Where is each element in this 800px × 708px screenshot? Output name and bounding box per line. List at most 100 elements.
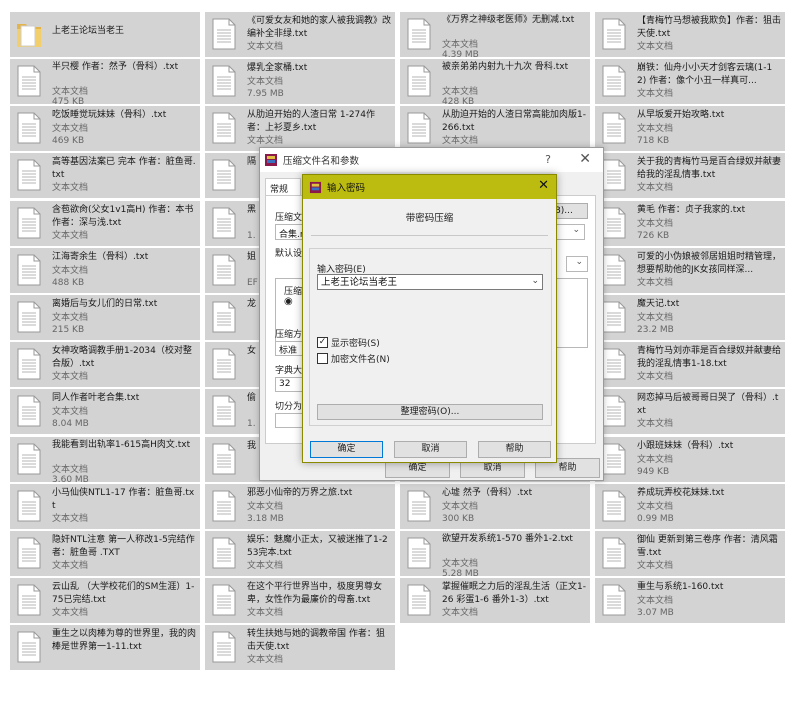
archive-dialog-titlebar: 压缩文件名和参数 ? ✕ (260, 148, 603, 172)
close-icon[interactable]: ✕ (579, 151, 591, 167)
show-password-checkbox[interactable]: ✓ 显示密码(S) (317, 336, 380, 349)
file-type: 文本文档 (637, 124, 674, 134)
text-file-icon (406, 65, 432, 97)
file-tile[interactable]: 重生与系统1-160.txt 文本文档 3.07 MB (595, 578, 785, 623)
file-tile[interactable]: 可爱的小伪娘被邻居姐姐时精管理，想要帮助他的JK女孩同样深... 文本文档 (595, 248, 785, 293)
method-select[interactable]: 标准 (275, 341, 305, 356)
file-tile[interactable]: 隐奸NTL注意 第一人称改1-5完结作者：脏鱼哥 .TXT 文本文档 (10, 531, 200, 576)
file-tile[interactable]: 掌握催眠之力后的淫乱生活（正文1-26 彩蛋1-6 番外1-3）.txt 文本文档 (400, 578, 590, 623)
file-name: 云山乱 （大学校花们的SM生涯）1-75已完结.txt (52, 582, 195, 605)
file-tile[interactable]: 离婚后与女儿们的日常.txt 文本文档 215 KB (10, 295, 200, 340)
profile-select[interactable]: ⌄ (566, 256, 588, 272)
file-tile[interactable]: 网恋掉马后被哥哥日哭了（骨科）.txt 文本文档 (595, 389, 785, 434)
file-tile[interactable]: 半只樱 作者：然予（骨科）.txt 文本文档 475 KB (10, 59, 200, 104)
text-file-icon (601, 18, 627, 50)
file-tile[interactable]: 同人作者叶老合集.txt 文本文档 8.04 MB (10, 389, 200, 434)
text-file-icon (211, 584, 237, 616)
format-radio[interactable]: ◉ (284, 296, 293, 307)
file-tile[interactable]: 崩铁：仙舟小小天才剑客云璃(1-12) 作者：像个小丑一样真可... 文本文档 (595, 59, 785, 104)
file-size: 5.28 MB (442, 569, 479, 576)
file-name: 崩铁：仙舟小小天才剑客云璃(1-12) 作者：像个小丑一样真可... (637, 63, 773, 86)
file-type: 文本文档 (52, 608, 89, 618)
organize-passwords-button[interactable]: 整理密码(O)... (317, 404, 543, 420)
chevron-down-icon: ⌄ (572, 225, 580, 235)
tab-general[interactable]: 常规 (265, 178, 301, 196)
file-size: 215 KB (52, 325, 85, 335)
chevron-down-icon[interactable]: ⌄ (531, 275, 539, 288)
file-type: 文本文档 (442, 136, 479, 146)
folder-icon (16, 18, 42, 50)
file-tile[interactable]: 转生扶她与她的调教帝国 作者：狙击天使.txt 文本文档 (205, 625, 395, 670)
file-tile[interactable]: 青梅竹马刘亦菲是百合绿奴并献妻给我的淫乱情事1-18.txt 文本文档 (595, 342, 785, 387)
cancel-button[interactable]: 取消 (394, 441, 467, 458)
file-tile[interactable]: 江海寄余生（骨科）.txt 文本文档 488 KB (10, 248, 200, 293)
file-tile[interactable]: 从早坂爱开始攻略.txt 文本文档 718 KB (595, 106, 785, 151)
file-tile[interactable]: 重生之以肉棒为尊的世界里，我的肉棒是世界第一1-11.txt (10, 625, 200, 670)
dictionary-select[interactable]: 32 (275, 377, 305, 392)
file-tile[interactable]: 吃饭睡觉玩妹妹（骨科）.txt 文本文档 469 KB (10, 106, 200, 151)
text-file-icon (211, 631, 237, 663)
split-input[interactable] (275, 413, 305, 428)
text-file-icon (406, 18, 432, 50)
file-tile[interactable]: 《万界之神级老医师》无删减.txt 文本文档 4.39 MB (400, 12, 590, 57)
winrar-icon (309, 181, 322, 193)
file-name: 魔天记.txt (637, 299, 680, 309)
text-file-icon (16, 490, 42, 522)
text-file-icon (16, 207, 42, 239)
file-name: 网恋掉马后被哥哥日哭了（骨科）.txt (637, 393, 779, 416)
file-tile[interactable]: 《可爱女友和她的家人被我调教》改编补全非绿.txt 文本文档 (205, 12, 395, 57)
text-file-icon (211, 490, 237, 522)
file-tile[interactable]: 欲望开发系统1-570 番外1-2.txt 文本文档 5.28 MB (400, 531, 590, 576)
file-tile[interactable]: 小跟班妹妹（骨科）.txt 文本文档 949 KB (595, 437, 785, 482)
help-icon[interactable]: ? (545, 153, 551, 166)
file-tile[interactable]: 高等基因法案已 完本 作者：脏鱼哥.txt 文本文档 (10, 153, 200, 198)
file-name: 隐奸NTL注意 第一人称改1-5完结作者：脏鱼哥 .TXT (52, 535, 195, 558)
file-tile[interactable]: 心墟 然予（骨科）.txt 文本文档 300 KB (400, 484, 590, 529)
file-tile[interactable]: 我能看到出轨率1-615高H肉文.txt 文本文档 3.60 MB (10, 437, 200, 482)
file-type: 文本文档 (247, 561, 284, 571)
password-input[interactable]: 上老王论坛当老王 ⌄ (317, 274, 543, 290)
file-type: 文本文档 (247, 655, 284, 665)
text-file-icon (601, 159, 627, 191)
file-tile[interactable]: 上老王论坛当老王 (10, 12, 200, 57)
file-tile[interactable]: 【青梅竹马想被我欺负】作者：狙击天使.txt 文本文档 (595, 12, 785, 57)
help-button[interactable]: 帮助 (478, 441, 551, 458)
file-tile[interactable]: 在这个平行世界当中，极度男尊女卑，女性作为最廉价的母畜.txt 文本文档 (205, 578, 395, 623)
encrypt-names-checkbox[interactable]: 加密文件名(N) (317, 352, 390, 365)
file-tile[interactable]: 被亲弟弟内射九十九次 骨科.txt 文本文档 428 KB (400, 59, 590, 104)
file-size: 1. (247, 231, 256, 241)
file-name: 御仙 更新到第三卷序 作者：清风霜雪.txt (637, 535, 778, 558)
file-tile[interactable]: 从肋迫开始的人渣日常 1-274作者：上衫夏乡.txt 文本文档 (205, 106, 395, 151)
text-file-icon (16, 631, 42, 663)
file-tile[interactable]: 云山乱 （大学校花们的SM生涯）1-75已完结.txt 文本文档 (10, 578, 200, 623)
file-tile[interactable]: 娱乐：魅魔小正太，又被迷推了1-253完本.txt 文本文档 (205, 531, 395, 576)
file-type: 文本文档 (637, 372, 674, 382)
file-tile[interactable]: 御仙 更新到第三卷序 作者：清风霜雪.txt 文本文档 (595, 531, 785, 576)
close-icon[interactable]: ✕ (538, 178, 549, 193)
file-tile[interactable]: 小马仙侠NTL1-17 作者：脏鱼哥.txt 文本文档 (10, 484, 200, 529)
text-file-icon (16, 443, 42, 475)
file-size: 7.95 MB (247, 89, 284, 99)
archive-name-label: 压缩文 (275, 213, 303, 223)
file-name: 【青梅竹马想被我欺负】作者：狙击天使.txt (637, 16, 781, 39)
method-label: 压缩方 (275, 330, 303, 340)
file-tile[interactable]: 黄毛 作者：贞子我家的.txt 文本文档 726 KB (595, 201, 785, 246)
ok-button[interactable]: 确定 (310, 441, 383, 458)
file-tile[interactable]: 魔天记.txt 文本文档 23.2 MB (595, 295, 785, 340)
file-type: 文本文档 (442, 608, 479, 618)
text-file-icon (601, 254, 627, 286)
file-tile[interactable]: 从肋迫开始的人渣日常高能加肉版1-266.txt 文本文档 (400, 106, 590, 151)
file-type: 文本文档 (637, 596, 674, 606)
file-tile[interactable]: 养成玩弄校花妹妹.txt 文本文档 0.99 MB (595, 484, 785, 529)
file-size: 3.07 MB (637, 608, 674, 618)
file-tile[interactable]: 关于我的青梅竹马是百合绿奴并献妻给我的淫乱情事.txt 文本文档 (595, 153, 785, 198)
archive-name-value: 合集.r (279, 230, 304, 240)
file-tile[interactable]: 爆乳全家桶.txt 文本文档 7.95 MB (205, 59, 395, 104)
file-tile[interactable]: 邪恶小仙帝的万界之旅.txt 文本文档 3.18 MB (205, 484, 395, 529)
file-tile[interactable]: 含苞欲肏(父女1v1高H) 作者：本书作者：深与浅.txt 文本文档 (10, 201, 200, 246)
file-name: 心墟 然予（骨科）.txt (442, 488, 533, 498)
text-file-icon (16, 254, 42, 286)
file-tile[interactable]: 女神攻略调教手册1-2034（校对整合版）.txt 文本文档 (10, 342, 200, 387)
file-name: 从肋迫开始的人渣日常高能加肉版1-266.txt (442, 110, 586, 133)
file-name: 掌握催眠之力后的淫乱生活（正文1-26 彩蛋1-6 番外1-3）.txt (442, 582, 586, 605)
